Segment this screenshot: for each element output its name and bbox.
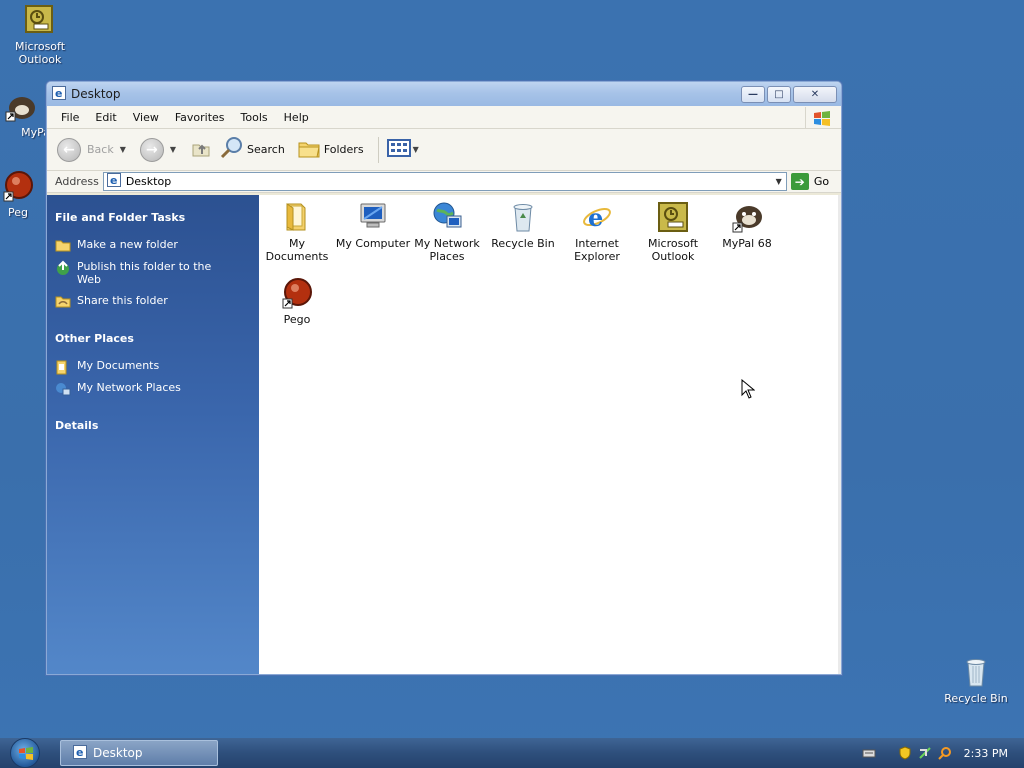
item-my-documents[interactable]: My Documents (259, 201, 335, 263)
task-pane: File and Folder Tasks Make a new folder … (47, 195, 259, 674)
security-shield-icon[interactable] (898, 746, 912, 760)
item-recycle-bin[interactable]: Recycle Bin (485, 201, 561, 250)
recycle-bin-icon (507, 201, 539, 233)
taskbar-item-desktop[interactable]: e Desktop (60, 740, 218, 766)
toolbar-separator (377, 136, 379, 163)
menu-help[interactable]: Help (284, 111, 309, 124)
search-icon (218, 136, 244, 163)
keyboard-icon[interactable] (862, 746, 876, 760)
menu-view[interactable]: View (133, 111, 159, 124)
scrollbar[interactable] (838, 195, 841, 674)
up-folder-icon (190, 137, 212, 162)
views-icon (386, 138, 411, 161)
window-body: File and Folder Tasks Make a new folder … (47, 195, 841, 674)
views-dropdown-icon: ▼ (412, 145, 419, 154)
views-button[interactable]: ▼ (386, 138, 427, 161)
desktop-icon-mypal[interactable]: MyPa (0, 90, 50, 139)
desktop-icon-recycle-bin[interactable]: Recycle Bin (936, 656, 1016, 705)
forward-arrow-icon: → (139, 137, 164, 162)
outlook-icon (24, 4, 56, 36)
close-icon: ✕ (810, 88, 820, 100)
details-heading[interactable]: Details (55, 419, 259, 432)
file-folder-tasks-heading[interactable]: File and Folder Tasks (55, 211, 259, 224)
taskbar: e Desktop 2:33 PM (0, 738, 1024, 768)
svg-text:e: e (76, 746, 83, 759)
close-button[interactable]: ✕ (793, 85, 837, 103)
mypal-icon (4, 90, 36, 122)
my-documents-icon (55, 359, 71, 375)
publish-web-icon (55, 260, 71, 275)
ie-small-icon: e (52, 85, 66, 103)
ie-icon: e (581, 201, 613, 233)
menu-edit[interactable]: Edit (95, 111, 116, 124)
recycle-bin-icon (960, 656, 992, 688)
go-button[interactable]: ➔ Go (790, 173, 829, 190)
window-title: Desktop (71, 87, 121, 101)
menu-file[interactable]: File (61, 111, 79, 124)
task-make-new-folder[interactable]: Make a new folder (55, 238, 259, 252)
item-mypal[interactable]: MyPal 68 (709, 201, 785, 250)
share-folder-icon (55, 294, 71, 308)
other-places-heading[interactable]: Other Places (55, 332, 259, 345)
minimize-icon: — (748, 88, 758, 100)
toolbar: ← Back ▼ → ▼ Search Folders ▼ (47, 129, 841, 171)
file-view[interactable]: My Documents My Computer My Network Plac… (259, 195, 841, 674)
explorer-window[interactable]: e Desktop — □ ✕ File Edit View Favorites… (46, 81, 842, 675)
system-tray: 2:33 PM (856, 738, 1024, 768)
address-label: Address (55, 175, 99, 188)
maximize-icon: □ (774, 88, 784, 100)
svg-text:e: e (110, 174, 117, 187)
windows-start-icon (18, 746, 34, 764)
forward-button[interactable]: → ▼ (139, 137, 184, 162)
back-dropdown-icon[interactable]: ▼ (120, 145, 126, 154)
menu-favorites[interactable]: Favorites (175, 111, 225, 124)
desktop-icon-pego[interactable]: Peg (0, 170, 46, 219)
up-folder-button[interactable] (190, 137, 212, 162)
task-share-folder[interactable]: Share this folder (55, 294, 259, 308)
minimize-button[interactable]: — (741, 85, 765, 103)
place-my-documents[interactable]: My Documents (55, 359, 259, 375)
item-pego[interactable]: Pego (259, 277, 335, 326)
folder-icon (297, 137, 321, 162)
item-my-computer[interactable]: My Computer (335, 201, 411, 250)
forward-dropdown-icon[interactable]: ▼ (170, 145, 176, 154)
mypal-icon (731, 201, 763, 233)
new-folder-icon (55, 238, 71, 252)
pego-icon (2, 170, 34, 202)
network-places-icon (55, 381, 71, 396)
search-tray-icon[interactable] (937, 746, 952, 760)
go-arrow-icon: ➔ (790, 173, 809, 190)
item-internet-explorer[interactable]: e Internet Explorer (559, 201, 635, 263)
desktop-icon-outlook[interactable]: Microsoft Outlook (0, 4, 80, 66)
clock[interactable]: 2:33 PM (964, 747, 1008, 760)
title-bar[interactable]: e Desktop — □ ✕ (47, 82, 841, 106)
maximize-button[interactable]: □ (767, 85, 791, 103)
pego-icon (281, 277, 313, 309)
computer-icon (357, 201, 389, 233)
menu-tools[interactable]: Tools (241, 111, 268, 124)
search-button[interactable]: Search (218, 136, 285, 163)
start-button[interactable] (10, 738, 40, 768)
svg-text:e: e (588, 203, 603, 232)
item-my-network-places[interactable]: My Network Places (409, 201, 485, 263)
ie-page-icon: e (106, 173, 121, 190)
item-microsoft-outlook[interactable]: Microsoft Outlook (635, 201, 711, 263)
address-dropdown-icon[interactable]: ▼ (776, 177, 782, 186)
menu-bar: File Edit View Favorites Tools Help (47, 106, 841, 129)
windows-logo-icon (805, 107, 837, 128)
network-icon (431, 201, 463, 233)
ie-small-icon: e (73, 744, 87, 762)
address-input[interactable]: e Desktop ▼ (102, 172, 787, 191)
folder-icon (281, 201, 313, 233)
mouse-cursor-icon (741, 378, 756, 402)
back-arrow-icon: ← (57, 137, 81, 162)
place-my-network-places[interactable]: My Network Places (55, 381, 259, 396)
folders-button[interactable]: Folders (297, 137, 364, 162)
task-publish-web[interactable]: Publish this folder to the Web (55, 260, 259, 286)
svg-text:e: e (55, 87, 62, 100)
back-button[interactable]: ← Back ▼ (57, 137, 134, 162)
address-bar: Address e Desktop ▼ ➔ Go (47, 171, 841, 193)
network-tray-icon[interactable] (918, 746, 932, 760)
outlook-icon (657, 201, 689, 233)
